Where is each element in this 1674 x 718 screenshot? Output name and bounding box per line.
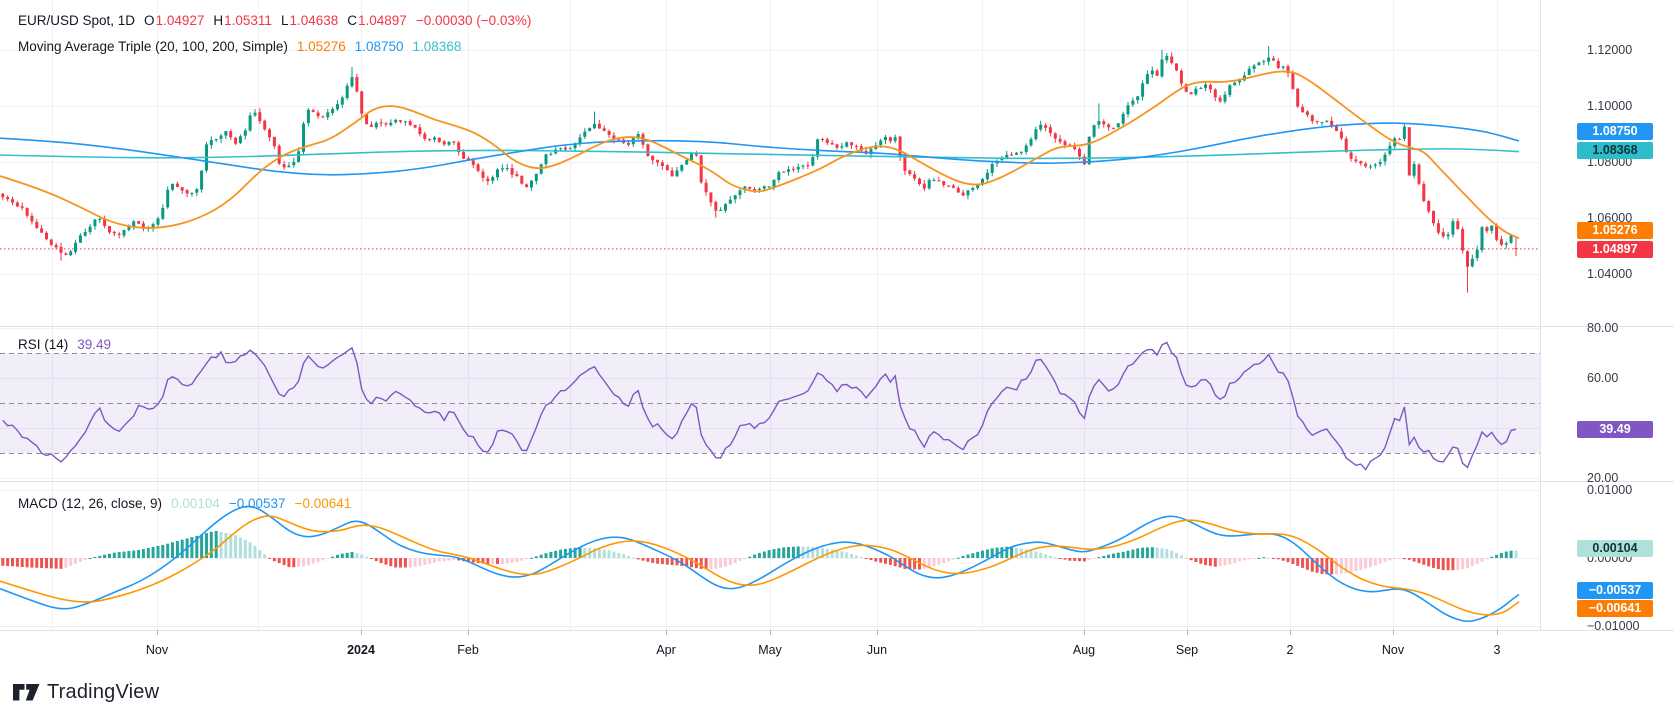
macd-title: MACD (12, 26, close, 9) — [18, 496, 163, 511]
change-value: −0.00030 (−0.03%) — [415, 13, 532, 28]
macd-legend-row: MACD (12, 26, close, 9) 0.00104 −0.00537… — [18, 496, 351, 511]
macd-line-value: −0.00537 — [228, 496, 286, 511]
rsi-axis-label: 80.00 — [1587, 320, 1619, 335]
time-axis-label: Aug — [1072, 643, 1096, 657]
axis-value-badge: 0.00104 — [1577, 539, 1653, 557]
macd-axis-label: 0.01000 — [1587, 482, 1633, 497]
price-axis-label: 1.12000 — [1587, 42, 1633, 57]
time-axis-label: 2 — [1286, 643, 1294, 657]
tradingview-logo[interactable]: TradingView — [13, 681, 159, 704]
ma-title: Moving Average Triple (20, 100, 200, Sim… — [18, 39, 288, 54]
time-axis-label: Apr — [656, 643, 676, 657]
time-axis-label: Nov — [145, 643, 169, 657]
tradingview-icon — [13, 684, 40, 701]
time-axis-label: Feb — [457, 643, 479, 657]
axis-value-badge: 1.08750 — [1577, 122, 1653, 140]
macd-hist-value: 0.00104 — [171, 496, 220, 511]
macd-signal-value: −0.00641 — [294, 496, 352, 511]
time-axis-label: 3 — [1493, 643, 1501, 657]
symbol-title: EUR/USD Spot, 1D — [18, 13, 136, 28]
time-axis-label: Nov — [1381, 643, 1405, 657]
time-axis-label: Sep — [1175, 643, 1199, 657]
ma200-value: 1.08368 — [412, 39, 462, 54]
macd-line — [0, 505, 1520, 623]
ohlc-low: L 1.04638 — [280, 13, 339, 28]
axis-value-badge: 1.08368 — [1577, 141, 1653, 159]
ohlc-high: H 1.05311 — [213, 13, 272, 28]
axis-value-badge: 1.05276 — [1577, 221, 1653, 239]
axis-value-badge: −0.00537 — [1577, 581, 1653, 599]
rsi-title: RSI (14) — [18, 337, 69, 352]
ohlc-open: O 1.04927 — [144, 13, 205, 28]
price-axis-label: 1.04000 — [1587, 266, 1633, 281]
time-axis-label: 2024 — [347, 643, 375, 657]
rsi-axis-label: 60.00 — [1587, 370, 1619, 385]
rsi-value: 39.49 — [77, 337, 112, 352]
ma20-value: 1.05276 — [296, 39, 346, 54]
axis-value-badge: 1.04897 — [1577, 240, 1653, 258]
rsi-legend-row: RSI (14) 39.49 — [18, 337, 111, 352]
price-axis-label: 1.10000 — [1587, 98, 1633, 113]
ma100-value: 1.08750 — [354, 39, 404, 54]
ohlc-close: C 1.04897 — [347, 13, 407, 28]
symbol-legend-row: EUR/USD Spot, 1D O 1.04927 H 1.05311 L 1.04… — [18, 13, 531, 28]
chart-canvas[interactable] — [0, 0, 1674, 718]
ma-legend-row: Moving Average Triple (20, 100, 200, Sim… — [18, 39, 461, 54]
time-axis-label: Jun — [866, 643, 888, 657]
time-axis-label: May — [758, 643, 782, 657]
axis-value-badge: 39.49 — [1577, 420, 1653, 438]
axis-value-badge: −0.00641 — [1577, 599, 1653, 617]
trading-chart-app: EUR/USD Spot, 1D O 1.04927 H 1.05311 L 1.04… — [0, 0, 1674, 718]
macd-signal-line — [0, 515, 1520, 616]
ma200-line — [0, 148, 1520, 160]
ma100-line — [0, 122, 1520, 176]
macd-axis-label: −0.01000 — [1587, 618, 1640, 633]
brand-name: TradingView — [47, 681, 160, 703]
